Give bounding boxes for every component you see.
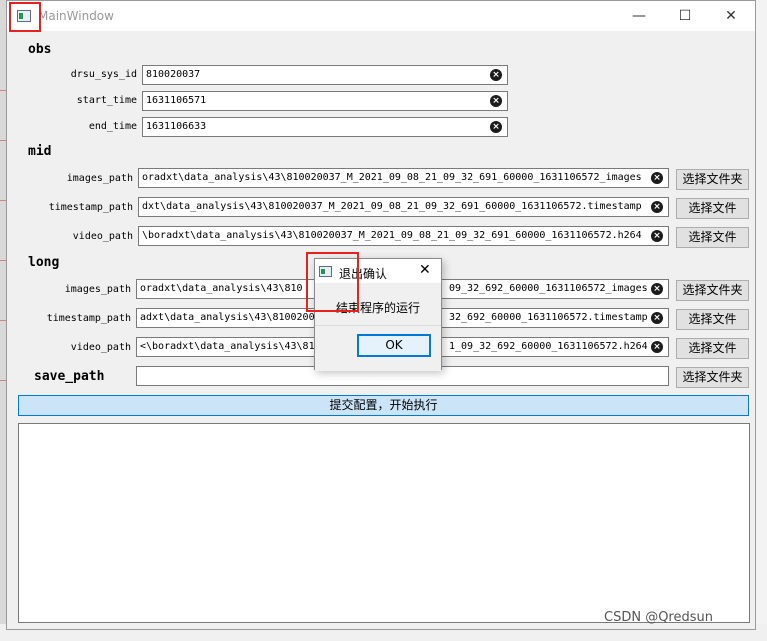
close-button[interactable]: ✕ (708, 1, 754, 31)
end-time-input[interactable]: 1631106633 × (142, 117, 508, 137)
clear-icon[interactable]: × (490, 69, 502, 81)
submit-button[interactable]: 提交配置，开始执行 (18, 395, 749, 416)
dialog-close-button[interactable]: ✕ (419, 262, 431, 278)
long-timestamp-browse-button[interactable]: 选择文件 (676, 309, 749, 330)
clear-icon[interactable]: × (651, 341, 663, 353)
mid-video-path-input[interactable]: \boradxt\data_analysis\43\810020037_M_20… (138, 226, 669, 246)
dialog-ok-button[interactable]: OK (357, 334, 431, 357)
section-mid: mid (28, 144, 52, 159)
save-path-label: save_path (34, 369, 105, 384)
clear-icon[interactable]: × (651, 172, 663, 184)
end-time-label: end_time (88, 121, 137, 132)
drsu-sys-id-label: drsu_sys_id (70, 69, 137, 80)
highlight-box-title-icon (9, 2, 41, 32)
section-obs: obs (28, 42, 52, 57)
save-path-browse-button[interactable]: 选择文件夹 (676, 367, 749, 388)
watermark: CSDN @Qredsun (604, 610, 713, 625)
maximize-button[interactable]: ☐ (662, 1, 708, 31)
clear-icon[interactable]: × (651, 283, 663, 295)
output-textarea[interactable] (18, 423, 750, 623)
mid-images-path-label: images_path (66, 173, 133, 184)
mid-video-path-label: video_path (72, 231, 133, 242)
title-bar: MainWindow — ☐ ✕ (7, 1, 755, 31)
clear-icon[interactable]: × (490, 95, 502, 107)
clear-icon[interactable]: × (651, 201, 663, 213)
mid-images-browse-button[interactable]: 选择文件夹 (676, 169, 749, 190)
long-video-path-label: video_path (70, 342, 131, 353)
mid-timestamp-path-input[interactable]: dxt\data_analysis\43\810020037_M_2021_09… (138, 197, 669, 217)
clear-icon[interactable]: × (490, 121, 502, 133)
mid-timestamp-browse-button[interactable]: 选择文件 (676, 198, 749, 219)
start-time-label: start_time (76, 95, 137, 106)
mid-images-path-input[interactable]: oradxt\data_analysis\43\810020037_M_2021… (138, 168, 669, 188)
long-images-browse-button[interactable]: 选择文件夹 (676, 280, 749, 301)
mid-timestamp-path-label: timestamp_path (48, 202, 133, 213)
window-title: MainWindow (38, 9, 114, 23)
highlight-box-dialog-icon (306, 252, 359, 312)
mid-video-browse-button[interactable]: 选择文件 (676, 227, 749, 248)
start-time-input[interactable]: 1631106571 × (142, 91, 508, 111)
clear-icon[interactable]: × (651, 230, 663, 242)
section-long: long (28, 255, 60, 270)
long-timestamp-path-label: timestamp_path (46, 313, 131, 324)
clear-icon[interactable]: × (651, 312, 663, 324)
minimize-button[interactable]: — (616, 1, 662, 31)
long-images-path-label: images_path (64, 284, 131, 295)
drsu-sys-id-input[interactable]: 810020037 × (142, 65, 508, 85)
long-video-browse-button[interactable]: 选择文件 (676, 338, 749, 359)
